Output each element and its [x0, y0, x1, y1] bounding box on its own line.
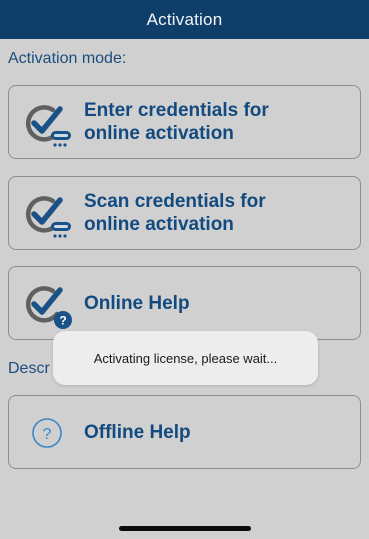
scan-credentials-label-line1: Scan credentials for — [84, 191, 266, 212]
check-help-icon: ? — [26, 286, 72, 329]
scan-credentials-label: Scan credentials for online activation — [84, 177, 266, 249]
description-label: Descr — [8, 360, 50, 377]
scan-credentials-label-line2: online activation — [84, 214, 234, 235]
toast-message: Activating license, please wait... — [93, 350, 278, 366]
question-circle-icon: ? — [32, 418, 62, 448]
check-scan-icon — [26, 196, 71, 238]
online-help-button[interactable]: ? Online Help — [8, 266, 361, 340]
activation-mode-label: Activation mode: — [8, 50, 127, 67]
offline-help-button[interactable]: ? Offline Help — [8, 395, 361, 469]
enter-credentials-button[interactable]: Enter credentials for online activation — [8, 85, 361, 159]
nav-bar-title: Activation — [146, 9, 223, 29]
check-keyboard-icon — [26, 105, 71, 147]
enter-credentials-label: Enter credentials for online activation — [84, 86, 269, 158]
activation-progress-toast: Activating license, please wait... — [53, 331, 318, 385]
enter-credentials-label-line1: Enter credentials for — [84, 100, 269, 121]
nav-bar: Activation — [0, 0, 369, 39]
offline-help-label: Offline Help — [84, 421, 191, 443]
svg-text:?: ? — [43, 426, 52, 443]
enter-credentials-label-line2: online activation — [84, 123, 234, 144]
online-help-label: Online Help — [84, 292, 190, 314]
scan-credentials-button[interactable]: Scan credentials for online activation — [8, 176, 361, 250]
svg-text:?: ? — [59, 314, 66, 328]
home-indicator[interactable] — [119, 526, 251, 531]
